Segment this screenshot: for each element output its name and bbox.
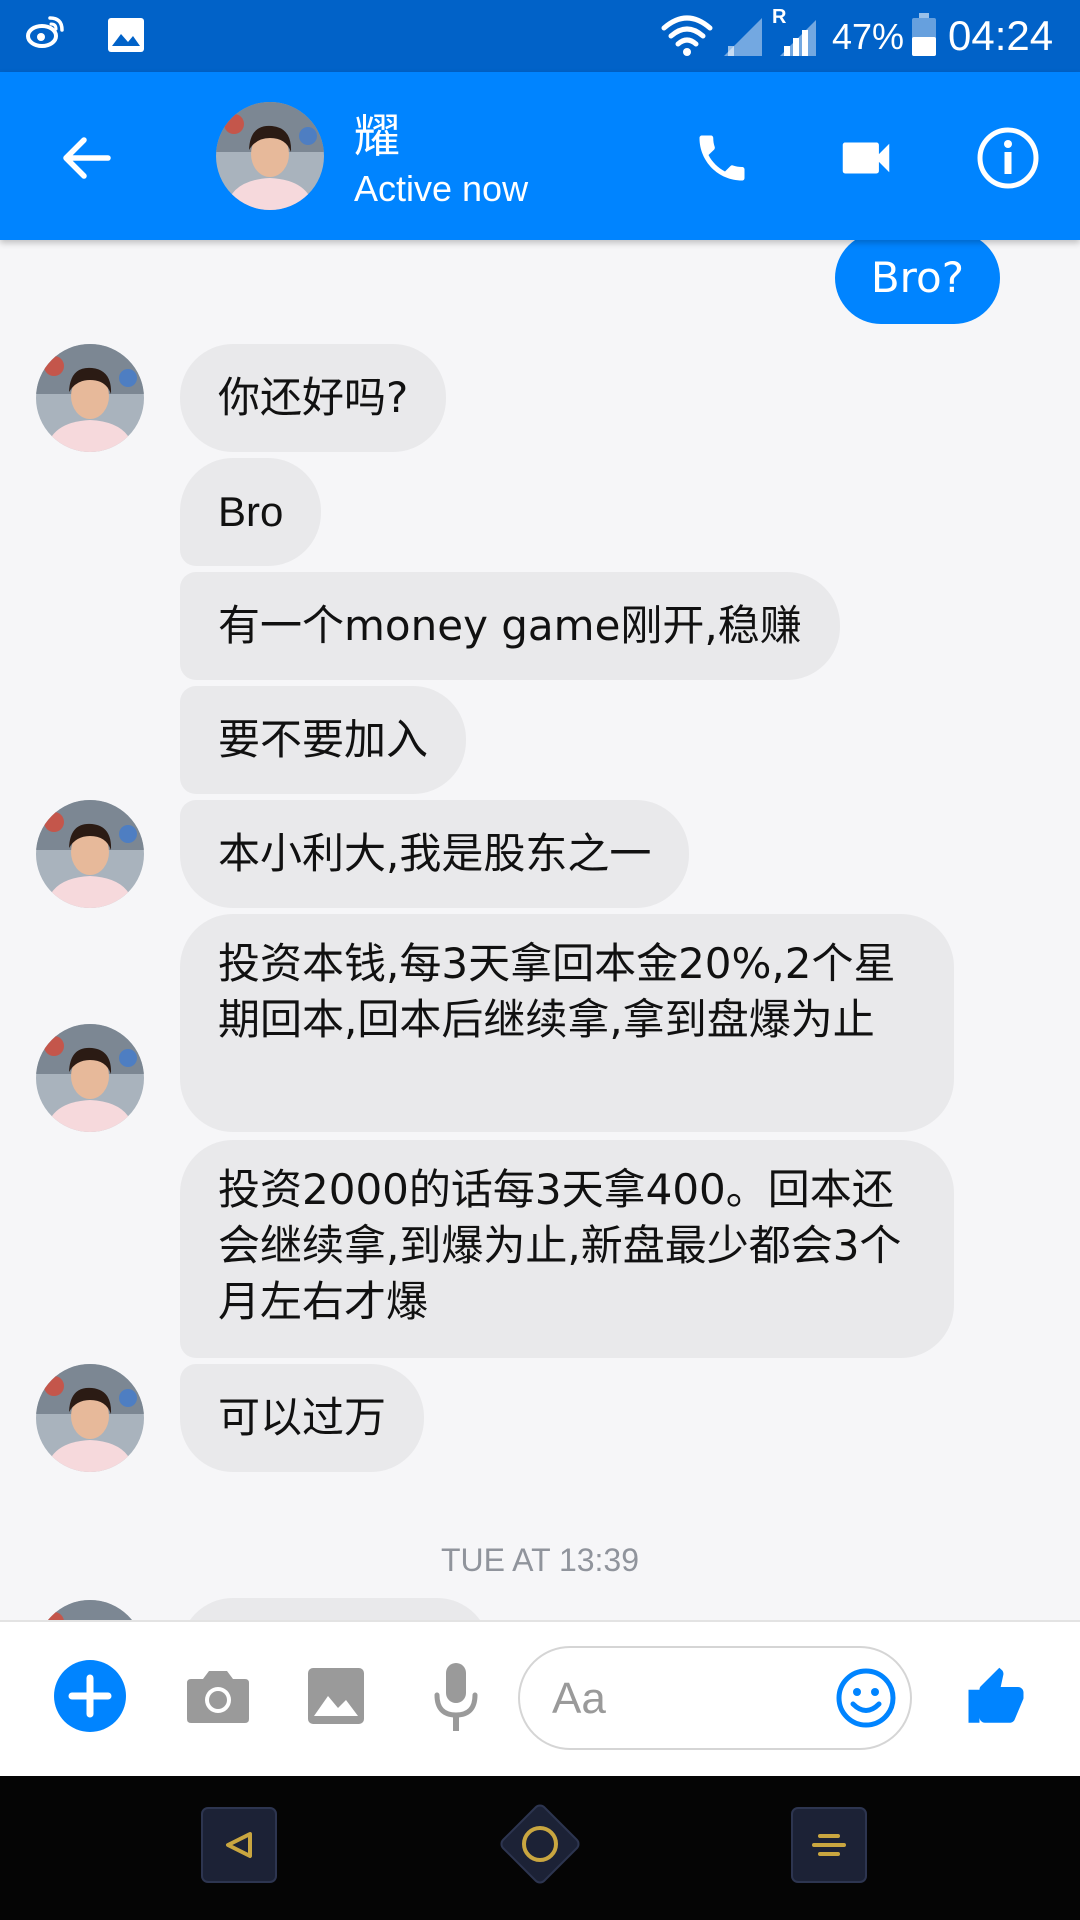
back-triangle-icon[interactable] [200,1806,278,1884]
contact-avatar[interactable] [36,1600,144,1620]
received-message-bubble[interactable]: 投资本钱,每3天拿回本金20%,2个星期回本,回本后继续拿,拿到盘爆为止 [180,914,954,1132]
battery-icon [910,12,938,62]
timestamp-divider: TUE AT 13:39 [440,1542,640,1578]
thumbs-up-icon[interactable] [956,1656,1036,1740]
received-message-bubble[interactable]: 有一个money game刚开,稳赚 [180,572,840,680]
home-circle-icon[interactable] [490,1794,590,1894]
contact-avatar[interactable] [36,1024,144,1132]
roaming-indicator: R [772,6,787,28]
contact-avatar[interactable] [36,800,144,908]
conversation-header: 耀 Active now [0,72,1080,240]
received-message-bubble-partial[interactable] [180,1598,490,1620]
system-nav-bar [0,1776,1080,1920]
signal-icon [722,16,764,62]
message-composer [0,1620,1080,1776]
received-message-bubble[interactable]: 本小利大,我是股东之一 [180,800,690,908]
received-message-bubble[interactable]: 要不要加入 [180,686,467,794]
microphone-icon[interactable] [418,1656,494,1740]
message-input-field[interactable] [518,1646,912,1750]
recents-menu-icon[interactable] [790,1806,868,1884]
battery-percent: 47% [832,16,905,57]
camera-icon[interactable] [180,1658,256,1734]
message-list[interactable]: Bro? 你还好吗? Bro 有一个money game刚开,稳赚 要不要加入 [0,240,1080,1620]
wifi-icon [660,12,714,62]
received-message-bubble[interactable]: 投资2000的话每3天拿400。回本还会继续拿,到爆为止,新盘最少都会3个月左右… [180,1140,954,1358]
image-icon[interactable] [298,1658,374,1734]
info-icon[interactable] [966,116,1050,200]
contact-status: Active now [354,168,529,209]
phone-icon[interactable] [680,116,764,200]
back-arrow-icon[interactable] [44,116,128,200]
weibo-icon [26,12,66,56]
video-camera-icon[interactable] [824,116,908,200]
plus-icon[interactable] [52,1658,128,1734]
received-message-bubble[interactable]: Bro [180,458,322,566]
messenger-screen: R 47% 04:24 耀 Active now Bro? 你还好吗? Bro … [0,0,1080,1920]
contact-avatar[interactable] [36,344,144,452]
clock: 04:24 [948,12,1054,59]
contact-name: 耀 [354,109,400,163]
emoji-icon[interactable] [830,1662,902,1734]
message-input[interactable] [552,1666,812,1732]
contact-avatar[interactable] [216,102,324,210]
received-message-bubble[interactable]: 你还好吗? [180,344,447,452]
received-message-bubble[interactable]: 可以过万 [180,1364,425,1472]
status-bar: R 47% 04:24 [0,0,1080,72]
sent-message-bubble[interactable]: Bro? [834,240,1000,324]
contact-avatar[interactable] [36,1364,144,1472]
gallery-icon [106,16,146,58]
